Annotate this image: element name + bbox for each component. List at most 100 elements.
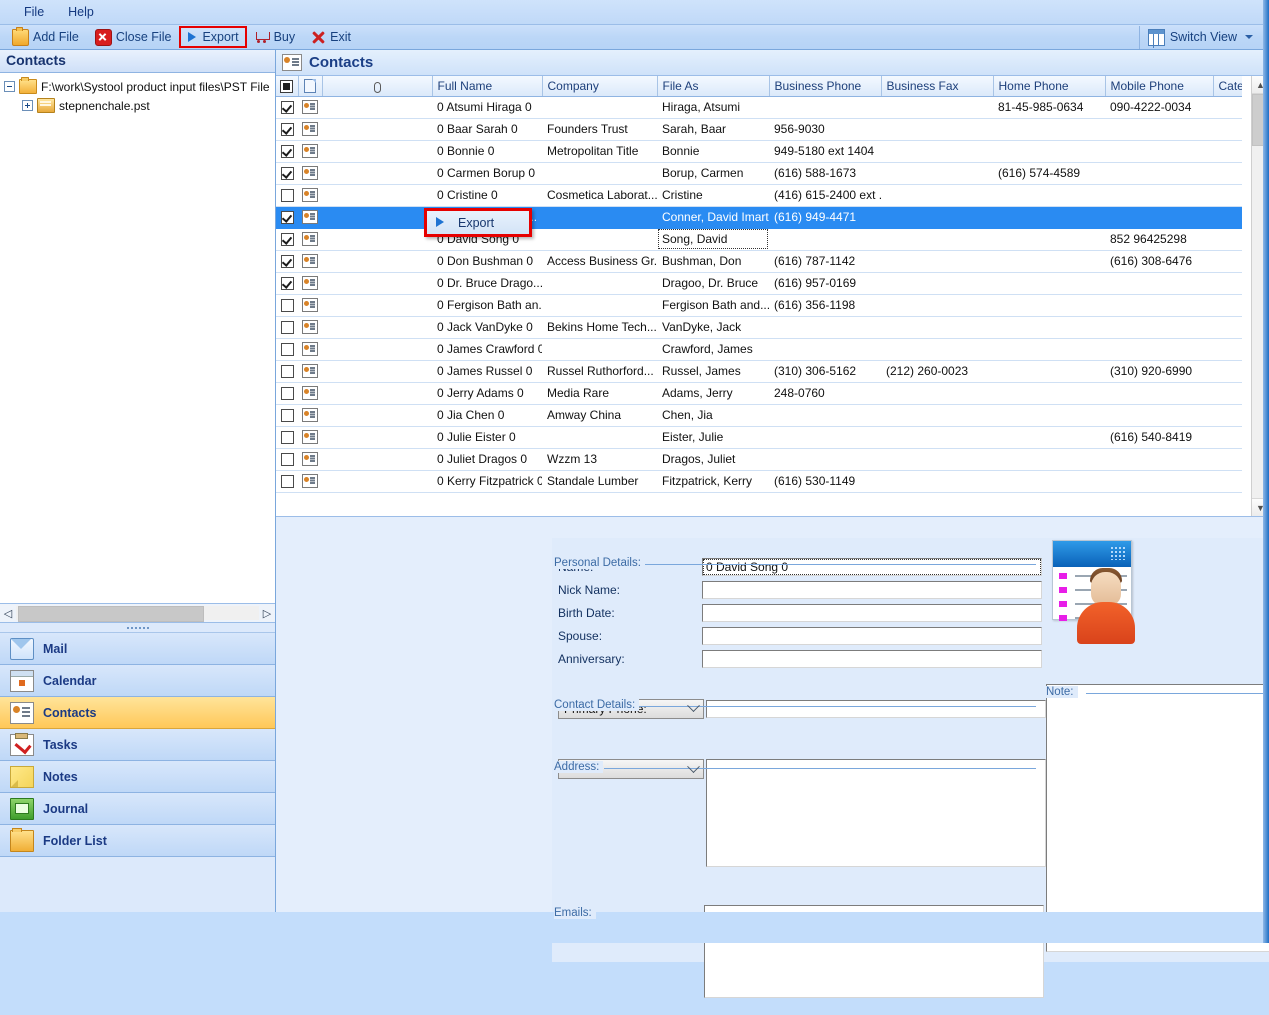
tree-node-root[interactable]: F:\work\Systool product input files\PST … xyxy=(0,77,275,96)
hscroll-thumb[interactable] xyxy=(18,606,204,622)
row-checkbox[interactable] xyxy=(280,145,294,159)
table-row[interactable]: 0 Jack VanDyke 0 Bekins Home Tech... VanDy… xyxy=(276,316,1242,339)
row-checkbox-cell[interactable] xyxy=(276,118,298,141)
row-checkbox-cell[interactable] xyxy=(276,448,298,471)
anniversary-field[interactable] xyxy=(702,649,1042,668)
switch-view-button[interactable]: Switch View xyxy=(1138,25,1261,49)
row-checkbox[interactable] xyxy=(280,475,294,489)
table-row[interactable]: 0 Julie Eister 0 Eister, Julie (616) 540-8… xyxy=(276,426,1242,449)
row-checkbox[interactable] xyxy=(280,123,294,137)
table-row[interactable]: 0 Bonnie 0 Metropolitan Title Bonnie 949-51… xyxy=(276,140,1242,163)
row-checkbox-cell[interactable] xyxy=(276,140,298,163)
emails-label: Emails: xyxy=(554,907,596,919)
row-checkbox-cell[interactable] xyxy=(276,294,298,317)
birth-date-field[interactable] xyxy=(702,603,1042,622)
tree-horizontal-scrollbar[interactable]: ◁ ▷ xyxy=(0,604,275,623)
sidebar-item-tasks[interactable]: Tasks xyxy=(0,729,275,761)
column-header-home-phone[interactable]: Home Phone xyxy=(993,76,1106,97)
row-checkbox[interactable] xyxy=(280,101,294,115)
expand-expander-icon[interactable] xyxy=(22,100,33,111)
sidebar-item-mail[interactable]: Mail xyxy=(0,633,275,665)
table-row[interactable]: 0 James Crawford 0 Crawford, James xyxy=(276,338,1242,361)
table-row[interactable]: 0 David Song 0 Song, David 852 96425298 xyxy=(276,228,1242,251)
collapse-expander-icon[interactable] xyxy=(4,81,15,92)
row-checkbox[interactable] xyxy=(280,321,294,335)
column-header-full-name[interactable]: Full Name xyxy=(432,76,543,97)
row-checkbox[interactable] xyxy=(280,277,294,291)
tree-node-pst[interactable]: stepnenchale.pst xyxy=(0,96,275,115)
table-row[interactable]: 0 Jia Chen 0 Amway China Chen, Jia xyxy=(276,404,1242,427)
sidebar-item-calendar[interactable]: Calendar xyxy=(0,665,275,697)
row-checkbox-cell[interactable] xyxy=(276,360,298,383)
spouse-field[interactable] xyxy=(702,626,1042,645)
close-file-button[interactable]: Close File xyxy=(89,27,178,48)
table-row[interactable]: 0 Don Bushman 0 Access Business Gr... Bush… xyxy=(276,250,1242,273)
table-row[interactable]: 0 David Imart Co...Conner, David Imart(6… xyxy=(276,206,1242,229)
row-checkbox[interactable] xyxy=(280,233,294,247)
table-row[interactable]: 0 Atsumi Hiraga 0 Hiraga, Atsumi 81-45-985… xyxy=(276,96,1242,119)
row-checkbox-cell[interactable] xyxy=(276,404,298,427)
panel-splitter-grip[interactable] xyxy=(0,623,275,633)
row-checkbox-cell[interactable] xyxy=(276,470,298,493)
row-checkbox-cell[interactable] xyxy=(276,250,298,273)
column-header-categories[interactable]: Categories xyxy=(1213,76,1242,97)
row-checkbox[interactable] xyxy=(280,365,294,379)
hscroll-track[interactable] xyxy=(16,606,259,622)
row-checkbox-cell[interactable] xyxy=(276,162,298,185)
row-checkbox-cell[interactable] xyxy=(276,338,298,361)
column-header-attachment[interactable] xyxy=(322,76,433,97)
table-row[interactable]: 0 Juliet Dragos 0 Wzzm 13 Dragos, Juliet xyxy=(276,448,1242,471)
row-checkbox-cell[interactable] xyxy=(276,206,298,229)
table-row[interactable]: 0 Cristine 0 Cosmetica Laborat... Cristine… xyxy=(276,184,1242,207)
row-checkbox[interactable] xyxy=(280,453,294,467)
folder-tree[interactable]: F:\work\Systool product input files\PST … xyxy=(0,73,275,604)
row-checkbox-cell[interactable] xyxy=(276,316,298,339)
column-header-business-phone[interactable]: Business Phone xyxy=(769,76,882,97)
column-header-business-fax[interactable]: Business Fax xyxy=(881,76,994,97)
column-header-type[interactable] xyxy=(298,76,323,97)
row-checkbox-cell[interactable] xyxy=(276,272,298,295)
row-checkbox-cell[interactable] xyxy=(276,426,298,449)
scroll-left-icon[interactable]: ◁ xyxy=(0,605,16,621)
nick-name-field[interactable] xyxy=(702,580,1042,599)
table-row[interactable]: 0 Baar Sarah 0 Founders Trust Sarah, Baar 9… xyxy=(276,118,1242,141)
address-textarea[interactable] xyxy=(706,759,1046,867)
row-checkbox[interactable] xyxy=(280,431,294,445)
row-checkbox[interactable] xyxy=(280,343,294,357)
column-header-file-as[interactable]: File As xyxy=(657,76,770,97)
context-menu-item-export[interactable]: Export xyxy=(458,216,494,230)
row-checkbox[interactable] xyxy=(280,299,294,313)
table-row[interactable]: 0 Carmen Borup 0 Borup, Carmen (616) 588-1… xyxy=(276,162,1242,185)
row-checkbox[interactable] xyxy=(280,189,294,203)
sidebar-item-contacts[interactable]: Contacts xyxy=(0,697,275,729)
menu-item-file[interactable]: File xyxy=(12,3,56,21)
sidebar-item-journal[interactable]: Journal xyxy=(0,793,275,825)
row-checkbox[interactable] xyxy=(280,255,294,269)
add-file-button[interactable]: Add File xyxy=(6,26,85,48)
exit-button[interactable]: Exit xyxy=(305,28,357,47)
buy-button[interactable]: Buy xyxy=(249,28,302,47)
column-header-select-all[interactable] xyxy=(276,76,299,97)
column-header-company[interactable]: Company xyxy=(542,76,658,97)
row-checkbox-cell[interactable] xyxy=(276,96,298,119)
table-row[interactable]: 0 James Russel 0 Russel Ruthorford... Russ… xyxy=(276,360,1242,383)
row-checkbox-cell[interactable] xyxy=(276,382,298,405)
primary-phone-field[interactable] xyxy=(706,699,1046,718)
row-checkbox[interactable] xyxy=(280,211,294,225)
sidebar-item-notes[interactable]: Notes xyxy=(0,761,275,793)
row-checkbox-cell[interactable] xyxy=(276,228,298,251)
scroll-right-icon[interactable]: ▷ xyxy=(259,605,275,621)
row-checkbox[interactable] xyxy=(280,387,294,401)
name-field[interactable]: 0 David Song 0 xyxy=(702,557,1042,576)
sidebar-item-folder-list[interactable]: Folder List xyxy=(0,825,275,857)
column-header-mobile-phone[interactable]: Mobile Phone xyxy=(1105,76,1214,97)
row-checkbox-cell[interactable] xyxy=(276,184,298,207)
table-row[interactable]: 0 Fergison Bath an... Fergison Bath and..… xyxy=(276,294,1242,317)
export-button[interactable]: Export xyxy=(179,26,247,48)
table-row[interactable]: 0 Jerry Adams 0 Media Rare Adams, Jerry 248… xyxy=(276,382,1242,405)
row-checkbox[interactable] xyxy=(280,167,294,181)
table-row[interactable]: 0 Kerry Fitzpatrick 0 Standale Lumber Fitz… xyxy=(276,470,1242,493)
table-row[interactable]: 0 Dr. Bruce Drago... Dragoo, Dr. Bruce (61… xyxy=(276,272,1242,295)
row-checkbox[interactable] xyxy=(280,409,294,423)
menu-item-help[interactable]: Help xyxy=(56,3,106,21)
